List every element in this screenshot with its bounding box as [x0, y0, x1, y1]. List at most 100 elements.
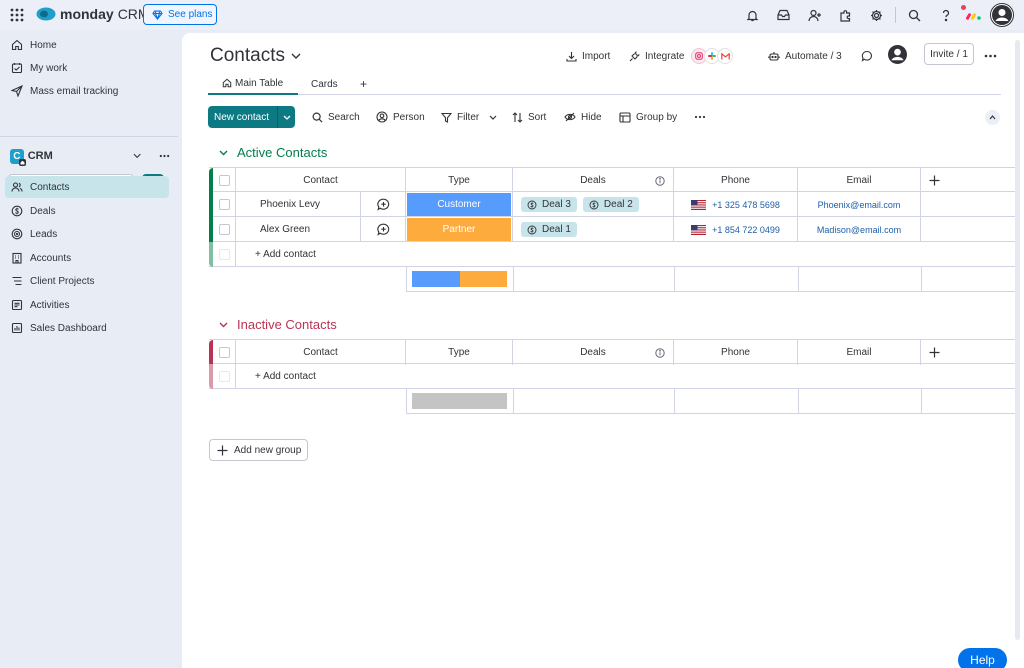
deal-chip[interactable]: Deal 3	[521, 197, 577, 212]
email-cell[interactable]: Madison@email.com	[798, 217, 921, 242]
sidebar-item-sales-dashboard[interactable]: Sales Dashboard	[5, 317, 169, 339]
chevron-down-icon[interactable]	[219, 150, 228, 156]
type-distribution-bar[interactable]	[412, 393, 507, 409]
column-header-type[interactable]: Type	[406, 168, 513, 193]
person-filter-tool[interactable]: Person	[376, 110, 425, 124]
tab-main-table[interactable]: Main Table	[208, 73, 298, 95]
row-checkbox[interactable]	[218, 224, 230, 235]
column-header-deals[interactable]: Deals	[513, 340, 674, 365]
add-column-button[interactable]	[921, 340, 1017, 365]
column-header-email[interactable]: Email	[798, 168, 921, 193]
add-column-button[interactable]	[921, 168, 1017, 193]
help-button[interactable]: Help	[958, 648, 1007, 668]
email-address[interactable]: Phoenix@email.com	[818, 200, 901, 210]
sidebar-item-my-work[interactable]: My work	[5, 57, 169, 79]
deals-cell[interactable]: Deal 1	[513, 217, 674, 242]
type-status-label[interactable]: Customer	[407, 193, 511, 216]
collapse-header-button[interactable]	[985, 110, 1000, 125]
sidebar-item-accounts[interactable]: Accounts	[5, 247, 169, 269]
search-tool[interactable]: Search	[312, 110, 360, 124]
column-header-type[interactable]: Type	[406, 340, 513, 365]
type-cell[interactable]: Partner	[406, 217, 513, 242]
global-search-button[interactable]	[899, 3, 930, 27]
updates-button[interactable]	[861, 47, 873, 65]
group-header-inactive[interactable]: Inactive Contacts	[219, 317, 337, 332]
notifications-button[interactable]	[737, 3, 768, 27]
workspace-header[interactable]: C CRM	[10, 147, 170, 166]
column-header-phone[interactable]: Phone	[674, 340, 798, 365]
group-by-tool[interactable]: Group by	[619, 110, 677, 124]
conversation-cell[interactable]	[361, 192, 406, 217]
table-row[interactable]: Phoenix Levy Customer Deal 3 Deal 2 +1 3…	[209, 192, 1017, 217]
column-header-deals[interactable]: Deals	[513, 168, 674, 193]
help-center-button[interactable]	[930, 3, 961, 27]
add-item-row[interactable]: + Add contact	[209, 242, 1017, 267]
invite-button[interactable]: Invite / 1	[924, 43, 974, 65]
sidebar-item-home[interactable]: Home	[5, 34, 169, 56]
add-view-button[interactable]: +	[360, 73, 367, 95]
inbox-button[interactable]	[768, 3, 799, 27]
sidebar-item-contacts[interactable]: Contacts	[5, 176, 169, 198]
new-contact-button[interactable]: New contact	[208, 106, 295, 128]
group-title-text[interactable]: Active Contacts	[237, 145, 327, 160]
group-title-text[interactable]: Inactive Contacts	[237, 317, 337, 332]
group-header-active[interactable]: Active Contacts	[219, 145, 327, 160]
phone-number[interactable]: +1 854 722 0499	[712, 225, 780, 235]
type-summary-cell[interactable]	[407, 389, 514, 414]
board-title[interactable]: Contacts	[210, 45, 301, 67]
invite-members-button[interactable]	[799, 3, 830, 27]
email-cell[interactable]: Phoenix@email.com	[798, 192, 921, 217]
sidebar-item-mass-email[interactable]: Mass email tracking	[5, 80, 169, 102]
add-contact-input[interactable]: + Add contact	[236, 242, 1017, 267]
email-address[interactable]: Madison@email.com	[817, 225, 901, 235]
column-header-contact[interactable]: Contact	[236, 340, 406, 365]
chevron-down-icon[interactable]	[219, 322, 228, 328]
import-button[interactable]: Import	[566, 47, 610, 65]
type-status-label[interactable]: Partner	[407, 218, 511, 241]
sidebar-item-leads[interactable]: Leads	[5, 223, 169, 245]
page-scrollbar[interactable]	[1015, 40, 1020, 640]
contact-name-cell[interactable]: Phoenix Levy	[236, 192, 361, 217]
toolbar-more-button[interactable]	[694, 110, 706, 124]
chevron-down-icon[interactable]	[133, 153, 141, 159]
more-options-icon[interactable]	[159, 154, 170, 158]
row-checkbox[interactable]	[218, 199, 230, 210]
automate-button[interactable]: Automate / 3	[768, 47, 842, 65]
contact-name-cell[interactable]: Alex Green	[236, 217, 361, 242]
phone-number[interactable]: +1 325 478 5698	[712, 200, 780, 210]
apps-grid-icon[interactable]	[10, 8, 24, 22]
column-header-email[interactable]: Email	[798, 340, 921, 365]
new-contact-dropdown[interactable]	[278, 115, 295, 120]
tab-cards[interactable]: Cards	[311, 73, 338, 95]
add-new-group-button[interactable]: Add new group	[209, 439, 308, 461]
type-cell[interactable]: Customer	[406, 192, 513, 217]
phone-cell[interactable]: +1 854 722 0499	[674, 217, 798, 242]
sidebar-item-deals[interactable]: Deals	[5, 200, 169, 222]
hide-tool[interactable]: Hide	[564, 110, 602, 124]
select-all-checkbox[interactable]	[218, 347, 230, 358]
type-summary-cell[interactable]	[407, 267, 514, 292]
apps-marketplace-button[interactable]	[830, 3, 861, 27]
phone-cell[interactable]: +1 325 478 5698	[674, 192, 798, 217]
settings-button[interactable]	[861, 3, 892, 27]
monday-logo[interactable]: monday CRM	[36, 6, 150, 22]
deal-chip[interactable]: Deal 1	[521, 222, 577, 237]
column-header-phone[interactable]: Phone	[674, 168, 798, 193]
product-switcher-button[interactable]	[961, 3, 987, 27]
integrate-button[interactable]: Integrate	[629, 47, 734, 65]
column-header-contact[interactable]: Contact	[236, 168, 406, 193]
type-distribution-bar[interactable]	[412, 271, 507, 287]
deal-chip[interactable]: Deal 2	[582, 197, 639, 212]
table-row[interactable]: Alex Green Partner Deal 1 +1 854 722 049…	[209, 217, 1017, 242]
see-plans-button[interactable]: See plans	[143, 4, 217, 25]
add-item-row[interactable]: + Add contact	[209, 364, 1017, 389]
user-avatar[interactable]	[990, 3, 1014, 27]
info-icon[interactable]	[655, 347, 665, 358]
conversation-cell[interactable]	[361, 217, 406, 242]
filter-tool[interactable]: Filter	[441, 110, 497, 124]
add-contact-input[interactable]: + Add contact	[236, 364, 1017, 389]
select-all-checkbox[interactable]	[218, 175, 230, 186]
deals-cell[interactable]: Deal 3 Deal 2	[513, 192, 674, 217]
sidebar-item-activities[interactable]: Activities	[5, 294, 169, 316]
sidebar-item-client-projects[interactable]: Client Projects	[5, 270, 169, 292]
